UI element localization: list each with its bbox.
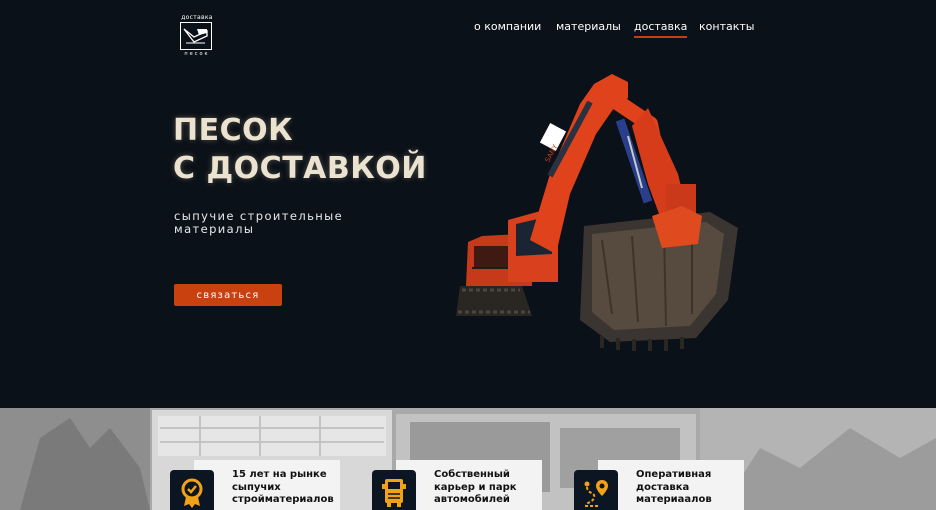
- hero-subtitle: сыпучие строительные материалы: [174, 209, 344, 236]
- route-pin-icon: [574, 470, 618, 510]
- feature-text: 15 лет на рынке сыпучих стройматериалов: [232, 469, 334, 505]
- nav-item-label: материалы: [556, 20, 621, 33]
- nav-item-about[interactable]: о компании: [474, 20, 541, 34]
- hero-title-line-1: ПЕСОК: [173, 113, 294, 148]
- nav-item-label: доставка: [634, 20, 688, 33]
- logo-bottom-text: песок: [184, 51, 210, 57]
- features-section: 15 лет на рынке сыпучих стройматериалов …: [0, 408, 936, 510]
- hero-title-line-2: С ДОСТАВКОЙ: [173, 151, 427, 186]
- feature-text: Оперативная доставка материаалов: [636, 469, 712, 505]
- main-nav: о компании материалы доставка контакты: [0, 20, 936, 40]
- excavator-image: SANY: [452, 64, 752, 354]
- contact-button[interactable]: связаться: [174, 284, 282, 306]
- feature-text: Собственный карьер и парк автомобилей: [434, 469, 517, 505]
- nav-item-materials[interactable]: материалы: [556, 20, 621, 34]
- nav-item-delivery[interactable]: доставка: [634, 20, 688, 38]
- hero-section: доставка песок о компании материалы дост…: [0, 0, 936, 408]
- nav-active-indicator: [634, 36, 688, 38]
- hero-title: ПЕСОК С ДОСТАВКОЙ: [173, 112, 427, 188]
- nav-item-label: контакты: [699, 20, 755, 33]
- medal-badge-icon: [170, 470, 214, 510]
- nav-item-label: о компании: [474, 20, 542, 33]
- truck-icon: [372, 470, 416, 510]
- nav-item-contacts[interactable]: контакты: [699, 20, 754, 34]
